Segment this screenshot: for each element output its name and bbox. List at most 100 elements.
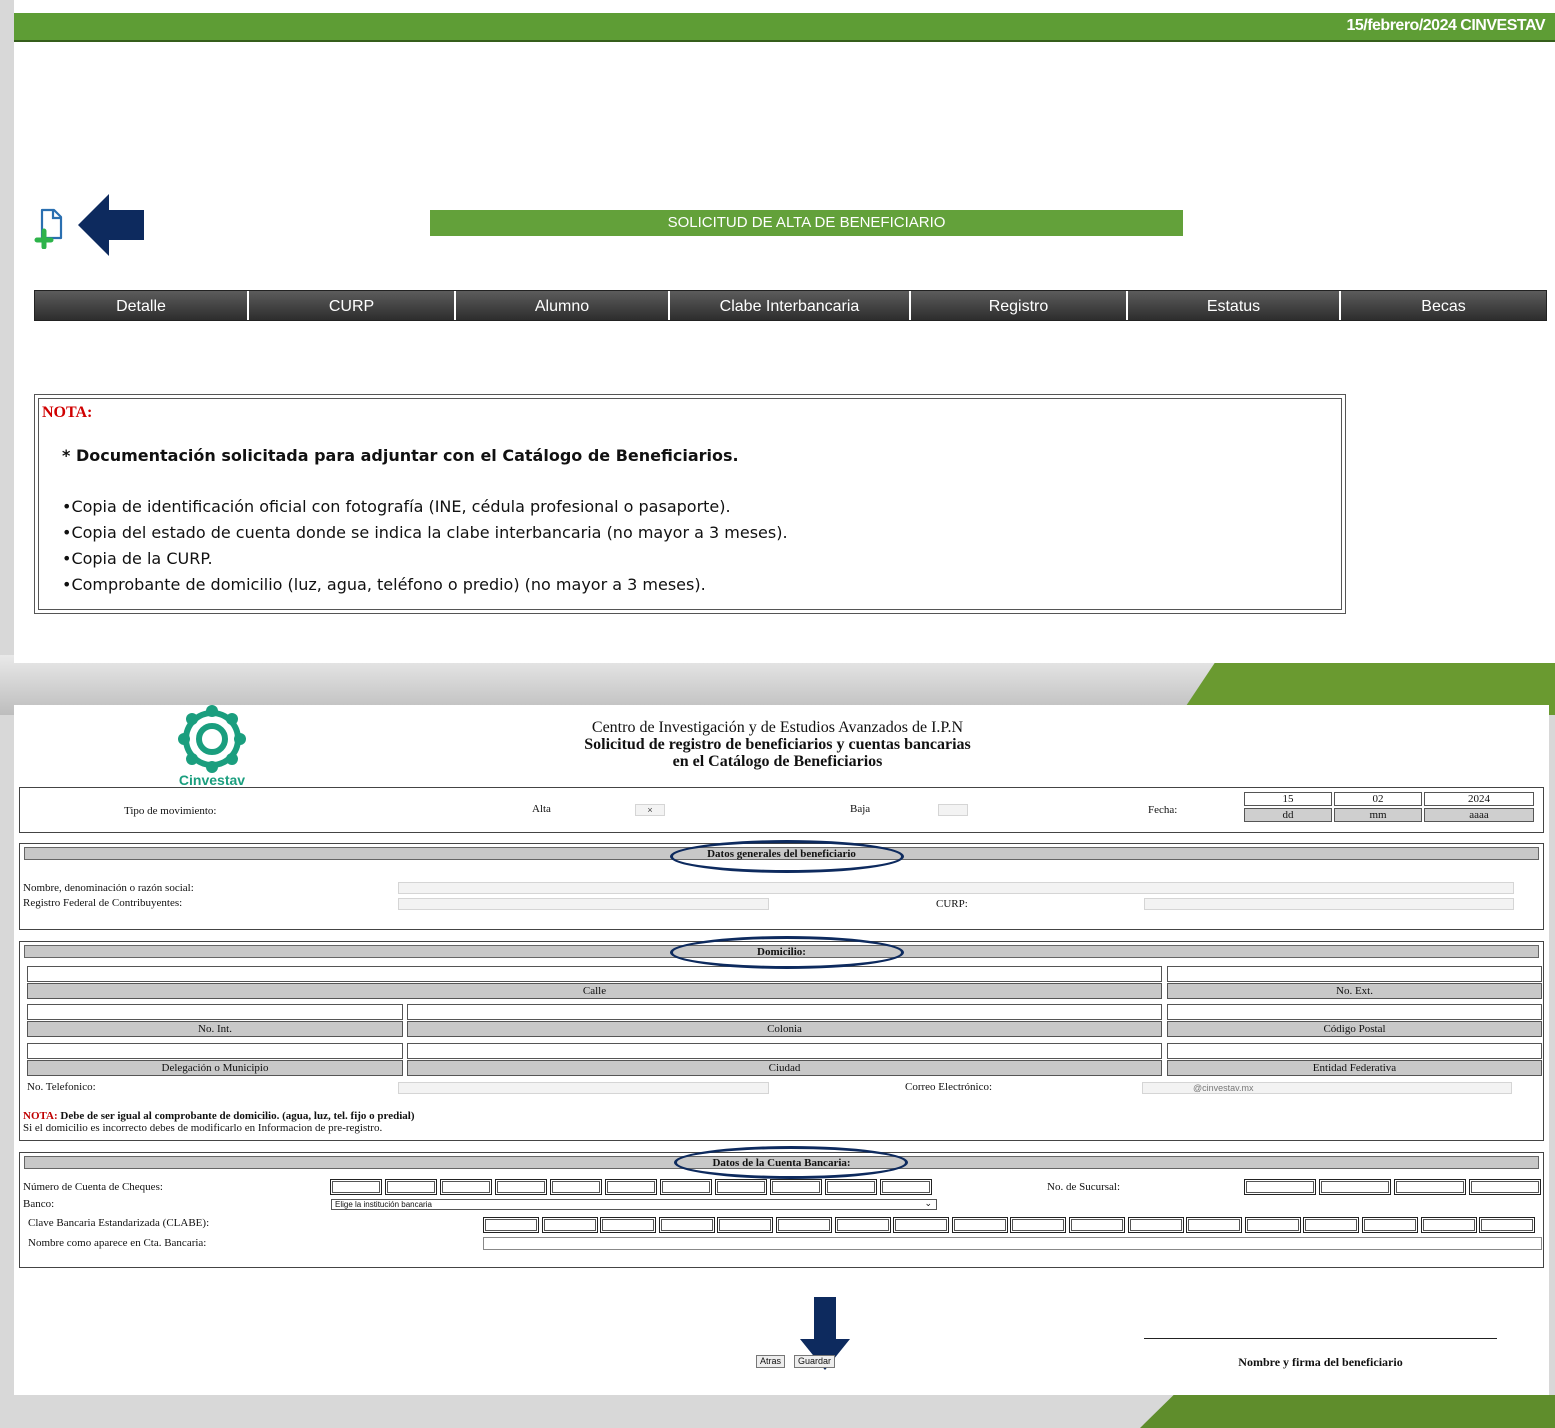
column-header-detalle[interactable]: Detalle xyxy=(35,291,247,320)
highlight-oval xyxy=(670,840,904,873)
clabe-digit-input[interactable] xyxy=(1069,1217,1125,1233)
nombre-cuenta-input[interactable] xyxy=(483,1237,1542,1250)
cheques-label: Número de Cuenta de Cheques: xyxy=(23,1181,163,1193)
address-note-text: Debe de ser igual al comprobante de domi… xyxy=(57,1110,415,1122)
curp-input[interactable] xyxy=(1144,898,1514,910)
no-int-input[interactable] xyxy=(27,1004,403,1020)
clabe-digit-input[interactable] xyxy=(776,1217,832,1233)
cheques-digit-input[interactable] xyxy=(770,1179,822,1195)
nombre-cuenta-label: Nombre como aparece en Cta. Bancaria: xyxy=(28,1237,207,1249)
address-note-2: Si el domicilio es incorrecto debes de m… xyxy=(23,1122,383,1134)
form-title: Solicitud de registro de beneficiarios y… xyxy=(584,736,971,753)
baja-label: Baja xyxy=(850,803,871,815)
nota-item: •Copia del estado de cuenta donde se ind… xyxy=(62,523,788,542)
top-panel: 15/febrero/2024 CINVESTAV SOLICITUD DE A… xyxy=(14,0,1555,663)
fecha-dd-value: 15 xyxy=(1244,792,1332,806)
clabe-digit-input[interactable] xyxy=(483,1217,539,1233)
ciudad-input[interactable] xyxy=(407,1043,1162,1059)
colonia-label: Colonia xyxy=(407,1021,1162,1037)
correo-input[interactable]: @cinvestav.mx xyxy=(1142,1082,1512,1094)
cheques-digit-input[interactable] xyxy=(660,1179,712,1195)
cheques-digit-input[interactable] xyxy=(385,1179,437,1195)
nota-item: •Copia de la CURP. xyxy=(62,549,213,568)
baja-checkbox[interactable] xyxy=(938,804,968,816)
clabe-digit-input[interactable] xyxy=(1479,1217,1536,1233)
nombre-input[interactable] xyxy=(398,882,1514,894)
nota-label: NOTA: xyxy=(42,404,93,421)
clabe-digit-input[interactable] xyxy=(541,1217,598,1233)
column-header-registro[interactable]: Registro xyxy=(909,291,1126,320)
clabe-digit-input[interactable] xyxy=(951,1217,1008,1233)
form-title-institution: Centro de Investigación y de Estudios Av… xyxy=(591,719,964,736)
codigo-postal-input[interactable] xyxy=(1167,1004,1542,1020)
column-header-estatus[interactable]: Estatus xyxy=(1126,291,1339,320)
cheques-digit-input[interactable] xyxy=(550,1179,602,1195)
calle-label: Calle xyxy=(27,983,1162,999)
ciudad-label: Ciudad xyxy=(407,1060,1162,1076)
banco-select-value: Elige la institución bancaria xyxy=(335,1200,432,1209)
clabe-digit-input[interactable] xyxy=(1127,1217,1184,1233)
fecha-mm-label: mm xyxy=(1334,808,1422,822)
delegacion-input[interactable] xyxy=(27,1043,403,1059)
nota-heading: * Documentación solicitada para adjuntar… xyxy=(62,446,739,465)
cheques-digit-input[interactable] xyxy=(880,1179,932,1195)
beneficiary-table-header: Detalle CURP Alumno Clabe Interbancaria … xyxy=(34,290,1547,321)
movement-section: Tipo de movimiento: Alta × Baja Fecha: 1… xyxy=(19,787,1544,833)
nota-item: •Comprobante de domicilio (luz, agua, te… xyxy=(62,575,706,594)
cheques-digit-input[interactable] xyxy=(605,1179,657,1195)
page-title: SOLICITUD DE ALTA DE BENEFICIARIO xyxy=(430,210,1183,236)
colonia-input[interactable] xyxy=(407,1004,1162,1020)
correo-label: Correo Electrónico: xyxy=(905,1081,993,1093)
cheques-digit-input[interactable] xyxy=(495,1179,547,1195)
movement-type-label: Tipo de movimiento: xyxy=(124,805,217,817)
codigo-postal-label: Código Postal xyxy=(1167,1021,1542,1037)
column-header-clabe[interactable]: Clabe Interbancaria xyxy=(668,291,909,320)
sucursal-digit-input[interactable] xyxy=(1319,1179,1391,1195)
fecha-label: Fecha: xyxy=(1148,804,1178,816)
clabe-digit-input[interactable] xyxy=(658,1217,715,1233)
save-button[interactable]: Guardar xyxy=(794,1355,836,1368)
calle-input[interactable] xyxy=(27,966,1162,982)
cheques-digit-input[interactable] xyxy=(330,1179,382,1195)
banco-select[interactable]: Elige la institución bancaria ⌄ xyxy=(331,1199,937,1210)
fecha-aaaa-value: 2024 xyxy=(1424,792,1534,806)
address-note: NOTA: Debe de ser igual al comprobante d… xyxy=(23,1110,415,1122)
add-document-icon[interactable] xyxy=(34,207,64,249)
clabe-digit-input[interactable] xyxy=(1362,1217,1418,1233)
back-button[interactable]: Atras xyxy=(756,1355,786,1368)
cheques-digit-input[interactable] xyxy=(825,1179,877,1195)
entidad-input[interactable] xyxy=(1167,1043,1542,1059)
column-header-curp[interactable]: CURP xyxy=(247,291,454,320)
column-header-becas[interactable]: Becas xyxy=(1339,291,1546,320)
sucursal-digit-input[interactable] xyxy=(1244,1179,1316,1195)
telefono-input[interactable] xyxy=(398,1082,769,1094)
clabe-digit-input[interactable] xyxy=(600,1217,657,1233)
clabe-digit-input[interactable] xyxy=(893,1217,950,1233)
rfc-input[interactable] xyxy=(398,898,769,910)
clabe-digit-input[interactable] xyxy=(1244,1217,1301,1233)
nota-inner: NOTA: * Documentación solicitada para ad… xyxy=(38,398,1342,610)
clabe-digit-input[interactable] xyxy=(717,1217,774,1233)
sucursal-digit-input[interactable] xyxy=(1469,1179,1541,1195)
clabe-digit-input[interactable] xyxy=(1303,1217,1360,1233)
arrow-left-icon xyxy=(78,194,144,256)
column-header-alumno[interactable]: Alumno xyxy=(454,291,668,320)
no-ext-input[interactable] xyxy=(1167,966,1542,982)
sucursal-digit-input[interactable] xyxy=(1394,1179,1466,1195)
clabe-digit-input[interactable] xyxy=(1186,1217,1243,1233)
curp-label: CURP: xyxy=(936,898,968,910)
telefono-label: No. Telefonico: xyxy=(27,1081,96,1093)
background-accent-bottom xyxy=(1140,1395,1555,1428)
clabe-digit-input[interactable] xyxy=(1420,1217,1477,1233)
banco-label: Banco: xyxy=(23,1198,55,1210)
fecha-dd-label: dd xyxy=(1244,808,1332,822)
no-ext-label: No. Ext. xyxy=(1167,983,1542,999)
alta-checkbox[interactable]: × xyxy=(635,804,665,816)
cheques-digit-input[interactable] xyxy=(440,1179,492,1195)
address-note-label: NOTA: xyxy=(23,1110,58,1122)
entidad-label: Entidad Federativa xyxy=(1167,1060,1542,1076)
alta-label: Alta xyxy=(532,803,551,815)
clabe-digit-input[interactable] xyxy=(834,1217,891,1233)
cheques-digit-input[interactable] xyxy=(715,1179,767,1195)
clabe-digit-input[interactable] xyxy=(1010,1217,1067,1233)
